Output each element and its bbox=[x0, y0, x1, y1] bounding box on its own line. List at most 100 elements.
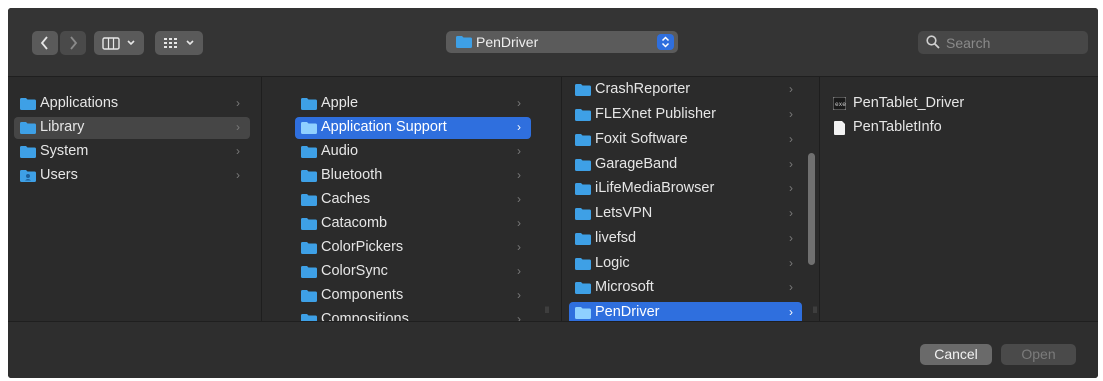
svg-text:exe: exe bbox=[835, 101, 846, 108]
folder-icon bbox=[575, 307, 591, 319]
list-item[interactable]: PenDriver › bbox=[569, 302, 802, 321]
chevron-right-icon: › bbox=[789, 132, 793, 146]
list-item[interactable]: GarageBand › bbox=[569, 154, 802, 176]
chevron-right-icon: › bbox=[789, 280, 793, 294]
list-item[interactable]: iLifeMediaBrowser › bbox=[569, 178, 802, 200]
folder-icon bbox=[301, 146, 317, 158]
list-item-label: Users bbox=[40, 167, 78, 183]
column-resize-handle[interactable]: ll bbox=[545, 305, 549, 315]
list-item-label: PenTabletInfo bbox=[853, 119, 942, 135]
list-item[interactable]: ColorSync › bbox=[295, 261, 531, 283]
list-item-label: Bluetooth bbox=[321, 167, 383, 183]
folder-icon bbox=[575, 159, 591, 171]
dialog-footer: Cancel Open bbox=[8, 321, 1098, 378]
chevron-right-icon: › bbox=[517, 216, 521, 230]
cancel-button[interactable]: Cancel bbox=[920, 344, 992, 365]
forward-button[interactable] bbox=[60, 31, 86, 55]
chevron-down-icon bbox=[127, 40, 135, 46]
list-item-label: GarageBand bbox=[595, 156, 678, 172]
list-item[interactable]: CrashReporter › bbox=[569, 79, 802, 101]
folder-icon bbox=[456, 36, 472, 48]
executable-icon: exe bbox=[833, 97, 846, 110]
list-item[interactable]: Application Support › bbox=[295, 117, 531, 139]
folder-icon bbox=[575, 258, 591, 270]
list-item-label: PenTablet_Driver bbox=[853, 95, 965, 111]
list-item[interactable]: Library › bbox=[14, 117, 250, 139]
chevron-right-icon: › bbox=[789, 231, 793, 245]
chevron-right-icon: › bbox=[789, 305, 793, 319]
search-input[interactable]: Search bbox=[946, 35, 990, 51]
folder-icon bbox=[20, 122, 36, 134]
list-item-label: ColorPickers bbox=[321, 239, 404, 255]
list-item[interactable]: System › bbox=[14, 141, 250, 163]
search-field[interactable]: Search bbox=[918, 31, 1088, 54]
list-item[interactable]: Applications › bbox=[14, 93, 250, 115]
chevron-right-icon: › bbox=[517, 168, 521, 182]
folder-icon bbox=[575, 208, 591, 220]
location-popup[interactable]: PenDriver bbox=[446, 31, 678, 53]
column-4: exe PenTablet_Driver PenTabletInfo bbox=[821, 77, 1098, 321]
list-item-label: Apple bbox=[321, 95, 359, 111]
list-item[interactable]: Bluetooth › bbox=[295, 165, 531, 187]
list-item[interactable]: Logic › bbox=[569, 253, 802, 275]
folder-icon bbox=[575, 282, 591, 294]
list-item[interactable]: exe PenTablet_Driver bbox=[827, 93, 1077, 115]
list-item[interactable]: Apple › bbox=[295, 93, 531, 115]
document-icon bbox=[834, 121, 845, 135]
list-item[interactable]: Microsoft › bbox=[569, 277, 802, 299]
list-item-label: Compositions bbox=[321, 311, 409, 321]
list-item[interactable]: livefsd › bbox=[569, 228, 802, 250]
list-item[interactable]: FLEXnet Publisher › bbox=[569, 104, 802, 126]
folder-icon bbox=[575, 233, 591, 245]
list-item[interactable]: PenTabletInfo bbox=[827, 117, 1077, 139]
chevron-right-icon: › bbox=[517, 240, 521, 254]
list-item[interactable]: Users › bbox=[14, 165, 250, 187]
popup-stepper-icon bbox=[657, 34, 674, 50]
columns-view-icon bbox=[102, 36, 120, 50]
folder-icon bbox=[301, 122, 317, 134]
chevron-right-icon: › bbox=[517, 120, 521, 134]
folder-icon bbox=[575, 134, 591, 146]
open-button[interactable]: Open bbox=[1001, 344, 1076, 365]
view-mode-button[interactable] bbox=[94, 31, 144, 55]
list-item[interactable]: Compositions › bbox=[295, 309, 531, 321]
column-2: Apple › Application Support › Audio › Bl… bbox=[289, 77, 562, 321]
list-item[interactable]: Foxit Software › bbox=[569, 129, 802, 151]
toolbar: PenDriver Search bbox=[8, 8, 1098, 77]
chevron-right-icon: › bbox=[517, 96, 521, 110]
chevron-right-icon bbox=[70, 36, 78, 50]
list-item[interactable]: Catacomb › bbox=[295, 213, 531, 235]
chevron-right-icon: › bbox=[517, 192, 521, 206]
list-item-label: Caches bbox=[321, 191, 371, 207]
open-file-dialog: PenDriver Search Applications › Library … bbox=[8, 8, 1098, 378]
list-item[interactable]: Audio › bbox=[295, 141, 531, 163]
folder-icon bbox=[575, 109, 591, 121]
list-item[interactable]: LetsVPN › bbox=[569, 203, 802, 225]
list-item-label: CrashReporter bbox=[595, 81, 691, 97]
folder-icon bbox=[301, 314, 317, 321]
folder-icon bbox=[301, 170, 317, 182]
folder-icon bbox=[301, 290, 317, 302]
list-item[interactable]: ColorPickers › bbox=[295, 237, 531, 259]
column-resize-handle[interactable]: ll bbox=[813, 305, 817, 315]
chevron-right-icon: › bbox=[236, 96, 240, 110]
list-item-label: Application Support bbox=[321, 119, 447, 135]
chevron-right-icon: › bbox=[236, 168, 240, 182]
folder-icon bbox=[575, 183, 591, 195]
list-item-label: Audio bbox=[321, 143, 359, 159]
back-button[interactable] bbox=[32, 31, 58, 55]
users-folder-icon bbox=[20, 170, 36, 182]
list-item-label: PenDriver bbox=[595, 304, 660, 320]
group-button[interactable] bbox=[155, 31, 203, 55]
list-item-label: Components bbox=[321, 287, 404, 303]
folder-icon bbox=[301, 242, 317, 254]
list-item[interactable]: Caches › bbox=[295, 189, 531, 211]
list-item-label: ColorSync bbox=[321, 263, 388, 279]
location-label: PenDriver bbox=[476, 34, 539, 50]
list-item[interactable]: Components › bbox=[295, 285, 531, 307]
search-icon bbox=[926, 35, 940, 49]
column-browser: Applications › Library › System › Users … bbox=[8, 77, 1098, 321]
chevron-right-icon: › bbox=[789, 206, 793, 220]
chevron-right-icon: › bbox=[789, 256, 793, 270]
scrollbar[interactable] bbox=[808, 153, 815, 265]
